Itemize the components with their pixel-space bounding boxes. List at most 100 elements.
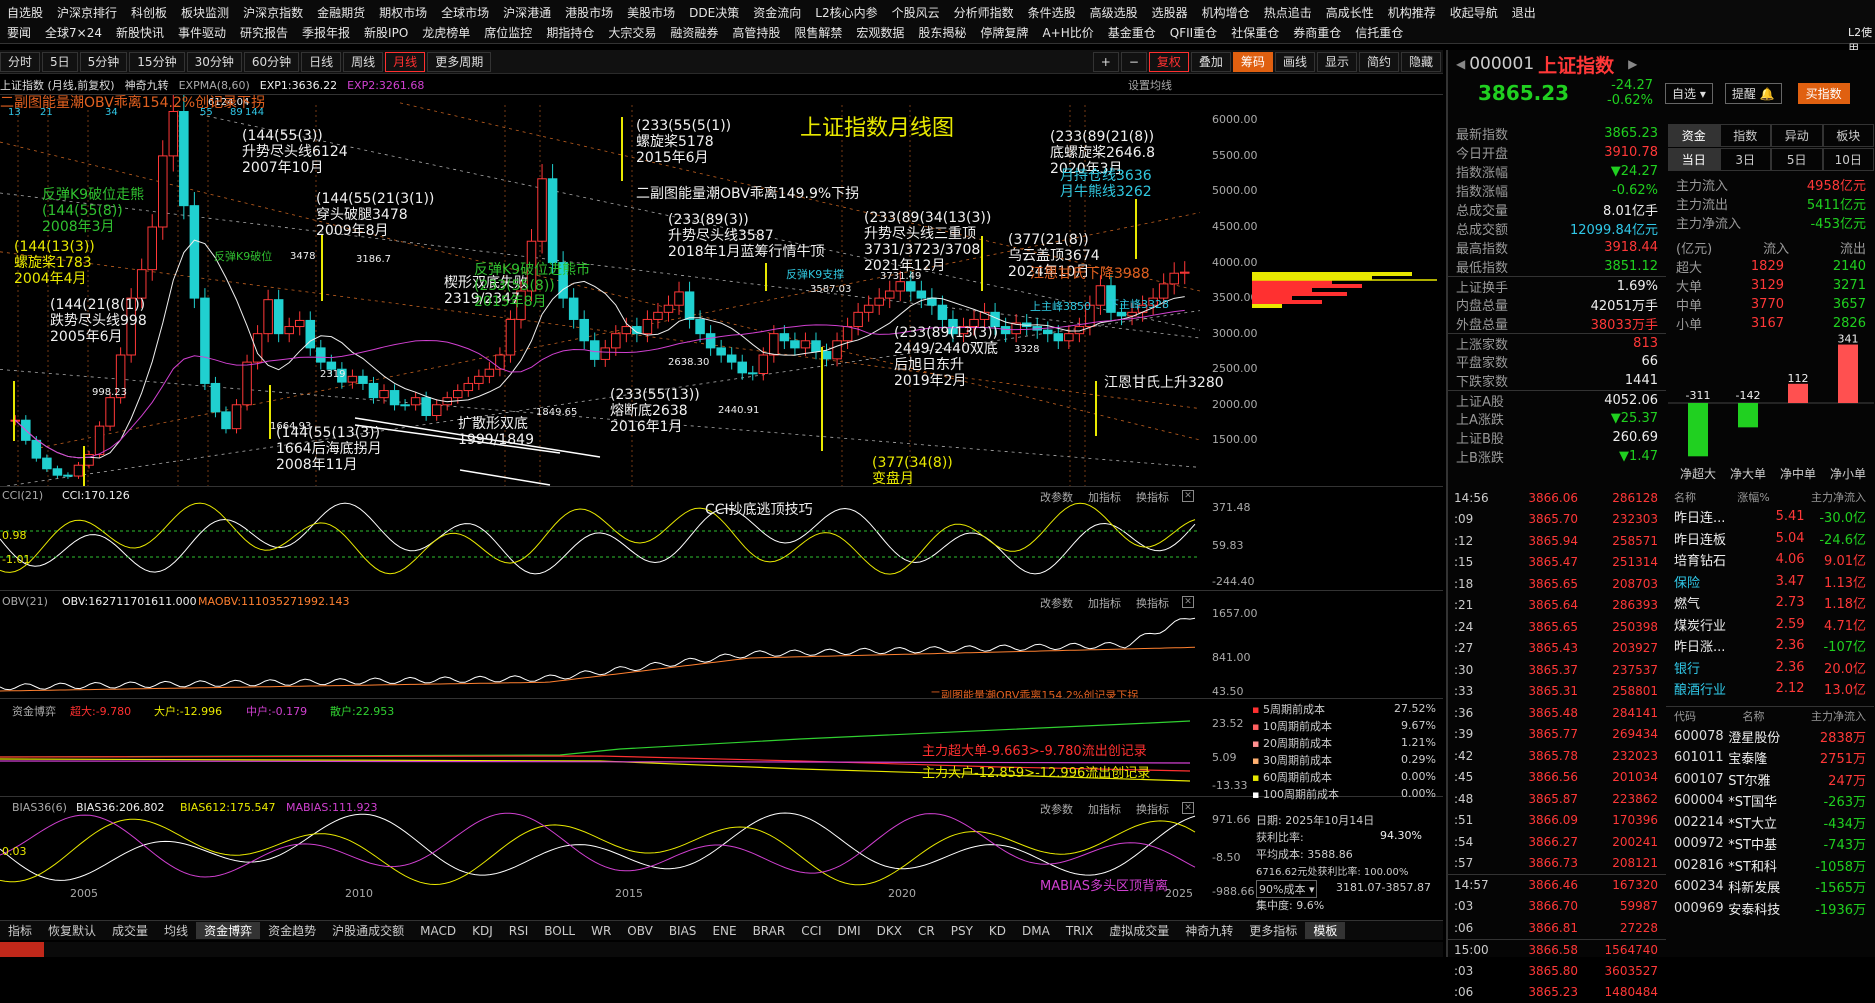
indicator-tab-12[interactable]: OBV bbox=[619, 924, 661, 938]
menu-item-5[interactable]: 金融期货 bbox=[310, 4, 372, 21]
period-6[interactable]: 日线 bbox=[301, 52, 341, 72]
news-item-20[interactable]: 社保重仓 bbox=[1224, 24, 1286, 41]
indicator-tab-16[interactable]: CCI bbox=[793, 924, 829, 938]
news-item-5[interactable]: 季报年报 bbox=[295, 24, 357, 41]
sector-row-8[interactable]: 酿酒行业2.1213.0亿 bbox=[1666, 678, 1874, 700]
indicator-tab-5[interactable]: 资金趋势 bbox=[260, 922, 324, 939]
period-5[interactable]: 60分钟 bbox=[244, 52, 299, 72]
indicator-name[interactable]: 神奇九转 bbox=[125, 77, 169, 93]
menu-item-3[interactable]: 板块监测 bbox=[174, 4, 236, 21]
indicator-tab-26[interactable]: 更多指标 bbox=[1241, 922, 1305, 939]
menu-item-7[interactable]: 全球市场 bbox=[434, 4, 496, 21]
indicator-tab-6[interactable]: 沪股通成交额 bbox=[324, 922, 412, 939]
menu-item-24[interactable]: 退出 bbox=[1505, 4, 1543, 21]
menu-item-20[interactable]: 热点追击 bbox=[1257, 4, 1319, 21]
stock-row-8[interactable]: 000969安泰科技-1936万 bbox=[1666, 898, 1874, 920]
menu-item-6[interactable]: 期权市场 bbox=[372, 4, 434, 21]
news-item-9[interactable]: 期指持仓 bbox=[539, 24, 601, 41]
cost90-select[interactable]: 90%成本 ▾ bbox=[1256, 880, 1317, 898]
stock-row-2[interactable]: 600107ST尔雅247万 bbox=[1666, 769, 1874, 791]
cci-panel[interactable]: CCI(21) CCI:170.126 CCI抄底逃顶技巧 0.98 -1.01… bbox=[0, 486, 1443, 590]
menu-item-1[interactable]: 沪深京排行 bbox=[50, 4, 124, 21]
toolbar-right-2[interactable]: 筹码 bbox=[1233, 52, 1273, 72]
sector-row-3[interactable]: 保险3.471.13亿 bbox=[1666, 571, 1874, 593]
menu-item-2[interactable]: 科创板 bbox=[124, 4, 174, 21]
indicator-tab-9[interactable]: RSI bbox=[501, 924, 537, 938]
bias-close-icon[interactable]: ✕ bbox=[1182, 802, 1194, 814]
sector-row-5[interactable]: 煤炭行业2.594.71亿 bbox=[1666, 614, 1874, 636]
indicator-tab-10[interactable]: BOLL bbox=[536, 924, 583, 938]
menu-item-13[interactable]: L2核心内参 bbox=[808, 4, 884, 21]
menu-item-17[interactable]: 高级选股 bbox=[1083, 4, 1145, 21]
sector-row-6[interactable]: 昨日涨...2.36-107亿 bbox=[1666, 635, 1874, 657]
period-tab-3[interactable]: 10日 bbox=[1823, 148, 1875, 171]
minus-button[interactable]: − bbox=[1121, 52, 1147, 72]
menu-item-10[interactable]: 美股市场 bbox=[620, 4, 682, 21]
flow-tab-1[interactable]: 指数 bbox=[1720, 124, 1772, 147]
obv-panel[interactable]: OBV(21) OBV:162711701611.000 MAOBV:11103… bbox=[0, 590, 1443, 698]
toolbar-right-5[interactable]: 简约 bbox=[1359, 52, 1399, 72]
news-item-19[interactable]: QFII重仓 bbox=[1163, 24, 1224, 41]
alert-button[interactable]: 提醒 🔔 bbox=[1725, 83, 1782, 104]
obv-change-params[interactable]: 改参数 bbox=[1040, 595, 1073, 611]
menu-item-18[interactable]: 选股器 bbox=[1145, 4, 1195, 21]
indicator-tab-21[interactable]: KD bbox=[981, 924, 1014, 938]
bias-panel[interactable]: BIAS36(6) BIAS36:206.802 BIAS612:175.547… bbox=[0, 796, 1443, 900]
toolbar-right-4[interactable]: 显示 bbox=[1317, 52, 1357, 72]
period-tab-2[interactable]: 5日 bbox=[1771, 148, 1823, 171]
toolbar-right-0[interactable]: 复权 bbox=[1149, 52, 1189, 72]
indicator-tab-11[interactable]: WR bbox=[583, 924, 619, 938]
watchlist-button[interactable]: 自选 ▾ bbox=[1665, 83, 1713, 104]
cci-add-indicator[interactable]: 加指标 bbox=[1088, 489, 1121, 505]
indicator-tab-27[interactable]: 模板 bbox=[1305, 922, 1345, 939]
menu-item-12[interactable]: 资金流向 bbox=[746, 4, 808, 21]
menu-item-11[interactable]: DDE决策 bbox=[682, 4, 746, 21]
indicator-tab-22[interactable]: DMA bbox=[1014, 924, 1058, 938]
news-item-15[interactable]: 股东揭秘 bbox=[911, 24, 973, 41]
indicator-tab-15[interactable]: BRAR bbox=[745, 924, 794, 938]
bias-switch-indicator[interactable]: 换指标 bbox=[1136, 801, 1169, 817]
news-item-7[interactable]: 龙虎榜单 bbox=[415, 24, 477, 41]
obv-close-icon[interactable]: ✕ bbox=[1182, 596, 1194, 608]
menu-item-22[interactable]: 机构推荐 bbox=[1381, 4, 1443, 21]
bias-change-params[interactable]: 改参数 bbox=[1040, 801, 1073, 817]
period-3[interactable]: 15分钟 bbox=[129, 52, 184, 72]
period-8[interactable]: 月线 bbox=[385, 52, 425, 72]
indicator-tab-7[interactable]: MACD bbox=[412, 924, 464, 938]
menu-item-19[interactable]: 机构增仓 bbox=[1195, 4, 1257, 21]
sector-row-2[interactable]: 培育钻石4.069.01亿 bbox=[1666, 549, 1874, 571]
news-item-4[interactable]: 研究报告 bbox=[233, 24, 295, 41]
next-arrow-icon[interactable]: ▶ bbox=[1628, 57, 1637, 71]
news-item-8[interactable]: 席位监控 bbox=[477, 24, 539, 41]
indicator-tab-19[interactable]: CR bbox=[910, 924, 943, 938]
indicator-tab-14[interactable]: ENE bbox=[704, 924, 744, 938]
indicator-tab-3[interactable]: 均线 bbox=[156, 922, 196, 939]
prev-arrow-icon[interactable]: ◀ bbox=[1456, 57, 1465, 71]
sector-row-7[interactable]: 银行2.3620.0亿 bbox=[1666, 657, 1874, 679]
indicator-tab-0[interactable]: 指标 bbox=[0, 922, 40, 939]
menu-item-9[interactable]: 港股市场 bbox=[558, 4, 620, 21]
stock-row-3[interactable]: 600004*ST国华-263万 bbox=[1666, 790, 1874, 812]
cci-close-icon[interactable]: ✕ bbox=[1182, 490, 1194, 502]
menu-item-4[interactable]: 沪深京指数 bbox=[236, 4, 310, 21]
indicator-tab-18[interactable]: DKX bbox=[869, 924, 910, 938]
stock-row-1[interactable]: 601011宝泰隆2751万 bbox=[1666, 747, 1874, 769]
news-item-10[interactable]: 大宗交易 bbox=[601, 24, 663, 41]
obv-add-indicator[interactable]: 加指标 bbox=[1088, 595, 1121, 611]
period-9[interactable]: 更多周期 bbox=[427, 52, 491, 72]
news-item-14[interactable]: 宏观数据 bbox=[849, 24, 911, 41]
period-tab-1[interactable]: 3日 bbox=[1720, 148, 1772, 171]
news-item-12[interactable]: 高管持股 bbox=[725, 24, 787, 41]
sector-row-1[interactable]: 昨日连板5.04-24.6亿 bbox=[1666, 528, 1874, 550]
period-2[interactable]: 5分钟 bbox=[80, 52, 128, 72]
period-4[interactable]: 30分钟 bbox=[187, 52, 242, 72]
menu-item-21[interactable]: 高成长性 bbox=[1319, 4, 1381, 21]
news-item-0[interactable]: 要闻 bbox=[0, 24, 38, 41]
indicator-tab-4[interactable]: 资金博弈 bbox=[196, 922, 260, 939]
news-item-17[interactable]: A+H比价 bbox=[1035, 24, 1100, 41]
sector-row-4[interactable]: 燃气2.731.18亿 bbox=[1666, 592, 1874, 614]
period-0[interactable]: 分时 bbox=[0, 52, 40, 72]
news-item-13[interactable]: 限售解禁 bbox=[787, 24, 849, 41]
toolbar-right-6[interactable]: 隐藏 bbox=[1401, 52, 1441, 72]
stock-row-0[interactable]: 600078澄星股份2838万 bbox=[1666, 726, 1874, 748]
